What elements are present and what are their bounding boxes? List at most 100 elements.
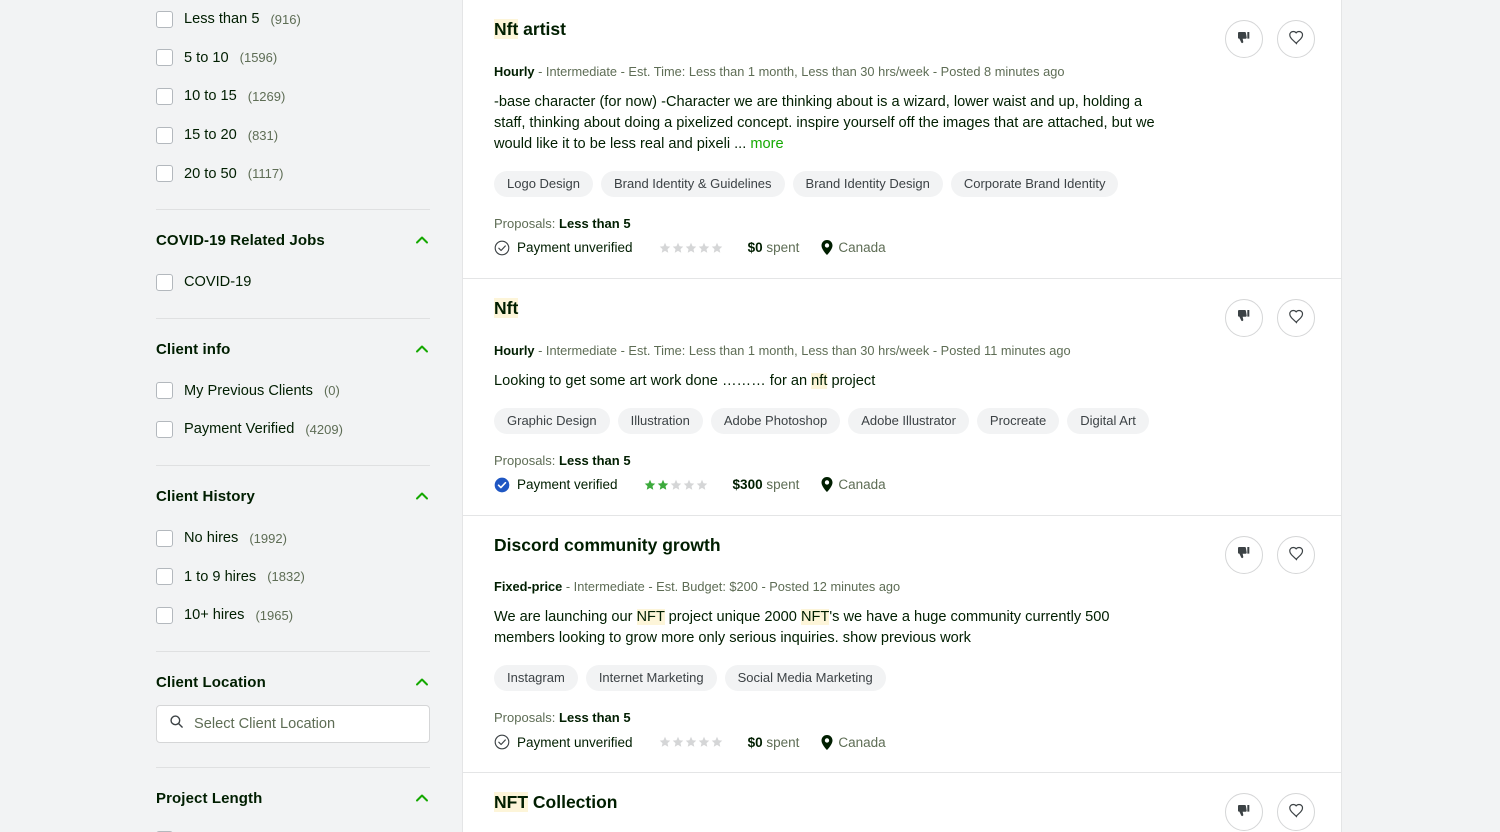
filter-option-label: Payment Verified: [184, 421, 295, 438]
job-proposals: Proposals: Less than 5: [494, 710, 631, 726]
filter-option[interactable]: Payment Verified (4209): [156, 410, 462, 449]
chevron-up-icon[interactable]: [414, 790, 430, 806]
client-rating-stars: [659, 736, 723, 748]
filter-option[interactable]: 15 to 20 (831): [156, 116, 462, 155]
checkbox[interactable]: [156, 49, 173, 67]
dislike-job-button[interactable]: [1225, 298, 1263, 337]
job-results-list: Nft artist Hourly - Intermediate - Est. T…: [462, 0, 1342, 832]
client-spent: $0 spent: [747, 734, 800, 750]
filter-option[interactable]: 1 to 9 hires (1832): [156, 557, 462, 596]
filter-option-count: (1117): [247, 166, 284, 182]
checkbox[interactable]: [156, 382, 173, 400]
checkbox[interactable]: [156, 273, 173, 291]
job-card[interactable]: Discord community growth Fixed-price - In…: [463, 516, 1341, 774]
checkbox[interactable]: [156, 165, 173, 183]
job-title[interactable]: NFT Collection: [494, 773, 1309, 814]
dislike-job-button[interactable]: [1225, 793, 1263, 832]
more-link[interactable]: more: [750, 136, 783, 152]
skill-tag[interactable]: Social Media Marketing: [724, 665, 886, 692]
skill-tag[interactable]: Adobe Photoshop: [710, 407, 841, 434]
skill-tag[interactable]: Corporate Brand Identity: [950, 170, 1119, 197]
skill-tag[interactable]: Logo Design: [494, 170, 593, 197]
section-title: Client History: [156, 487, 255, 505]
thumbs-down-icon[interactable]: [1236, 30, 1252, 49]
section-header-client-location[interactable]: Client Location: [156, 652, 462, 691]
save-job-button[interactable]: [1277, 793, 1315, 832]
checkbox[interactable]: [156, 87, 173, 105]
checkbox[interactable]: [156, 606, 173, 624]
section-header[interactable]: COVID-19 Related Jobs: [156, 210, 462, 249]
job-title[interactable]: Nft artist: [494, 0, 1309, 41]
filter-option-label: 5 to 10: [184, 49, 229, 66]
chevron-up-icon[interactable]: [414, 488, 430, 504]
filter-option[interactable]: 10 to 15 (1269): [156, 77, 462, 116]
checkbox[interactable]: [156, 126, 173, 144]
search-term-highlight: nft: [811, 372, 828, 389]
payment-status: Payment unverified: [494, 734, 633, 750]
thumbs-down-icon[interactable]: [1236, 545, 1252, 564]
star-icon: [672, 737, 683, 747]
heart-icon[interactable]: [1288, 308, 1305, 328]
section-title: Project Length: [156, 789, 263, 807]
job-proposals: Proposals: Less than 5: [494, 215, 631, 231]
thumbs-down-icon[interactable]: [1236, 308, 1252, 327]
checkbox[interactable]: [156, 568, 173, 586]
checkbox[interactable]: [156, 420, 173, 438]
job-client-stats: Payment verified $300 spent Canada: [494, 477, 1309, 515]
thumbs-down-icon[interactable]: [1236, 803, 1252, 822]
star-icon: [672, 242, 683, 253]
filter-option-label: COVID-19: [184, 274, 252, 291]
filter-option[interactable]: My Previous Clients (0): [156, 372, 462, 411]
filter-option[interactable]: No hires (1992): [156, 519, 462, 558]
job-card[interactable]: Nft artist Hourly - Intermediate - Est. T…: [463, 0, 1341, 279]
client-location-search[interactable]: [156, 704, 430, 743]
filter-option[interactable]: 10+ hires (1965): [156, 596, 462, 635]
save-job-button[interactable]: [1277, 535, 1315, 574]
filter-option[interactable]: Less than 5 (916): [156, 0, 462, 39]
filter-option-count: (4209): [305, 421, 343, 437]
skill-tag[interactable]: Adobe Illustrator: [848, 407, 969, 434]
skill-tag[interactable]: Brand Identity Design: [792, 170, 943, 197]
chevron-up-icon[interactable]: [414, 232, 430, 248]
client-location-input[interactable]: [194, 715, 417, 732]
heart-icon[interactable]: [1288, 545, 1305, 565]
skill-tag[interactable]: Digital Art: [1067, 407, 1149, 434]
star-icon: [685, 242, 696, 253]
filter-option[interactable]: 5 to 10 (1596): [156, 39, 462, 78]
skill-tag[interactable]: Brand Identity & Guidelines: [601, 170, 785, 197]
star-icon: [685, 737, 696, 747]
section-header-project-length[interactable]: Project Length: [156, 768, 462, 807]
skill-tag[interactable]: Instagram: [494, 665, 578, 692]
chevron-up-icon[interactable]: [414, 341, 430, 357]
job-skill-tags: Instagram Internet Marketing Social Media …: [494, 665, 1309, 692]
dislike-job-button[interactable]: [1225, 535, 1263, 574]
dislike-job-button[interactable]: [1225, 20, 1263, 58]
save-job-button[interactable]: [1277, 298, 1315, 337]
section-header[interactable]: Client History: [156, 466, 462, 505]
payment-status-label: Payment verified: [517, 477, 618, 492]
checkbox[interactable]: [156, 10, 173, 28]
job-title[interactable]: Discord community growth: [494, 516, 1309, 557]
section-title: Client info: [156, 340, 231, 358]
save-job-button[interactable]: [1277, 20, 1315, 58]
filter-option-count: (831): [247, 127, 279, 143]
job-meta: Hourly - Intermediate - Est. Time: Less …: [494, 63, 1065, 79]
heart-icon[interactable]: [1288, 802, 1305, 822]
skill-tag[interactable]: Internet Marketing: [585, 665, 717, 692]
heart-icon[interactable]: [1288, 29, 1305, 49]
filter-option[interactable]: 20 to 50 (1117): [156, 154, 462, 193]
job-meta: Fixed-price - Intermediate - Est. Budget…: [494, 579, 901, 595]
job-card[interactable]: Nft Hourly - Intermediate - Est. Time: Le…: [463, 279, 1341, 516]
job-card[interactable]: NFT Collection: [463, 773, 1341, 832]
filter-option[interactable]: Less than 1 month(1431): [156, 821, 462, 832]
section-header[interactable]: Client info: [156, 319, 462, 358]
checkbox[interactable]: [156, 529, 173, 547]
job-title[interactable]: Nft: [494, 279, 1309, 320]
search-term-highlight: NFT: [800, 609, 830, 626]
filter-option[interactable]: COVID-19: [156, 263, 462, 302]
skill-tag[interactable]: Procreate: [976, 407, 1060, 434]
filter-option-count: (916): [270, 11, 301, 27]
skill-tag[interactable]: Illustration: [617, 407, 703, 434]
skill-tag[interactable]: Graphic Design: [494, 407, 610, 434]
chevron-up-icon[interactable]: [414, 674, 430, 690]
